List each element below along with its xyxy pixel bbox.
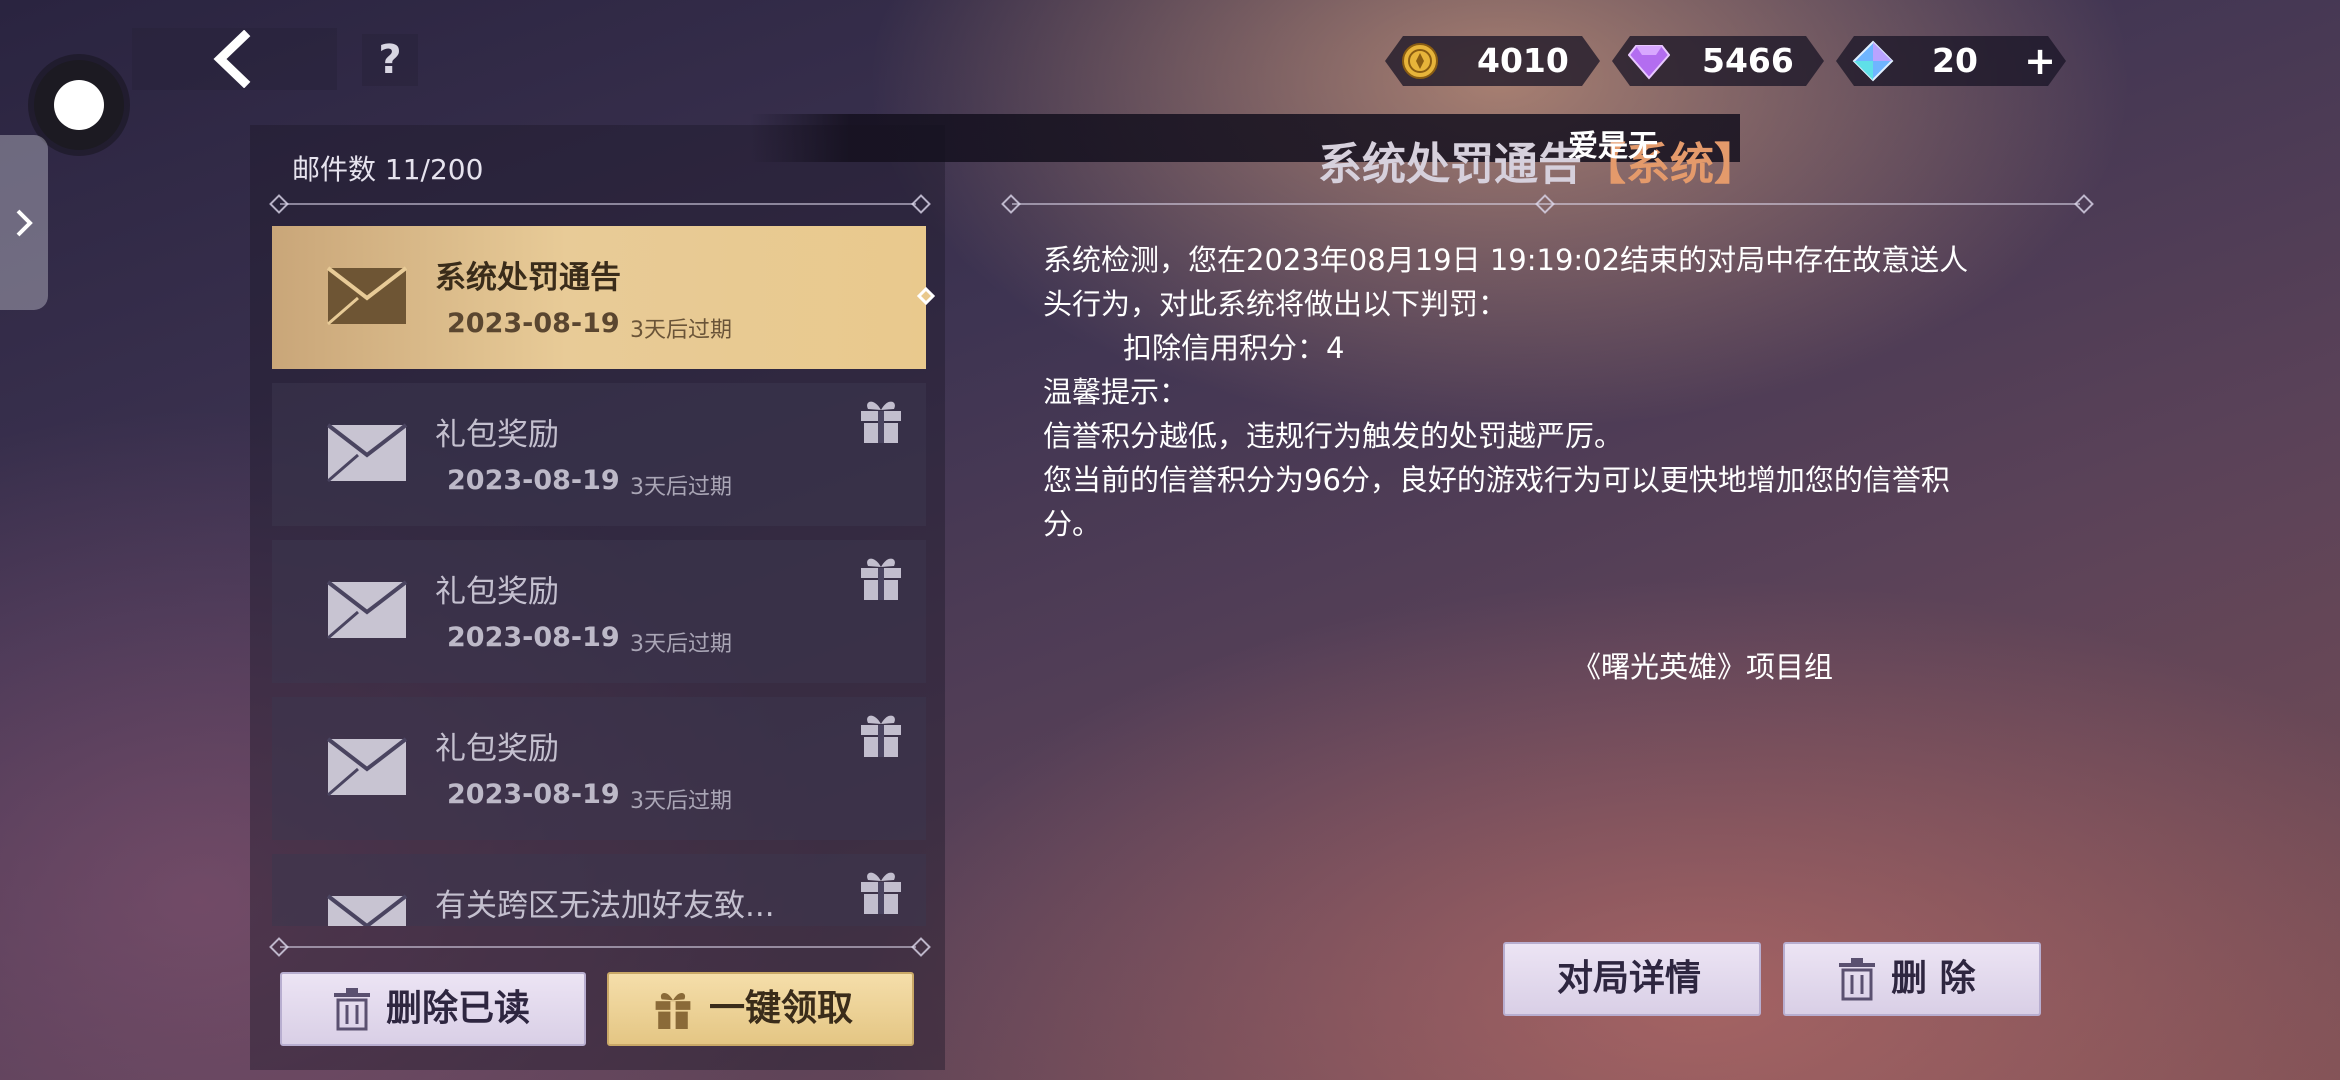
sender-name: 爱是无 bbox=[1568, 129, 1658, 164]
claim-all-label: 一键领取 bbox=[709, 988, 854, 1029]
mail-list-item[interactable]: 礼包奖励 2023-08-19 3天后过期 bbox=[272, 540, 926, 683]
purple-gem-icon bbox=[1628, 42, 1670, 80]
blue-crystal-icon bbox=[1852, 40, 1894, 82]
mail-item-title: 礼包奖励 bbox=[435, 731, 559, 767]
divider-ornament bbox=[1535, 194, 1555, 214]
mail-heading-text: 系统处罚通告 bbox=[1318, 139, 1582, 190]
content-line: 您当前的信誉积分为96分，良好的游戏行为可以更快地增加您的信誉积 bbox=[1043, 463, 1950, 497]
mail-item-expire: 3天后过期 bbox=[630, 632, 732, 657]
content-line: 扣除信用积分：4 bbox=[1123, 331, 1345, 365]
gift-icon bbox=[861, 872, 901, 914]
purple-gem-value: 5466 bbox=[1702, 41, 1794, 80]
divider-ornament bbox=[1001, 194, 1021, 214]
delete-read-button[interactable]: 删除已读 bbox=[280, 972, 586, 1046]
envelope-icon bbox=[326, 894, 408, 926]
side-expand-tab[interactable] bbox=[0, 135, 48, 310]
match-details-button[interactable]: 对局详情 bbox=[1503, 942, 1761, 1016]
selected-indicator-icon bbox=[912, 276, 936, 316]
gift-icon bbox=[655, 992, 691, 1029]
match-details-label: 对局详情 bbox=[1557, 958, 1702, 999]
content-line: 温馨提示： bbox=[1043, 375, 1189, 409]
mail-signature: 《曙光英雄》项目组 bbox=[1572, 650, 1834, 684]
mail-item-date: 2023-08-19 bbox=[447, 622, 620, 653]
mail-item-date: 2023-08-19 bbox=[447, 308, 620, 339]
coin-counter: 4010 bbox=[1385, 36, 1600, 86]
mail-item-expire: 3天后过期 bbox=[630, 318, 732, 343]
chevron-right-icon bbox=[16, 209, 33, 237]
delete-button[interactable]: 删 除 bbox=[1783, 942, 2041, 1016]
envelope-icon bbox=[326, 423, 408, 483]
divider-ornament bbox=[2074, 194, 2094, 214]
mail-content: 系统检测，您在2023年08月19日 19:19:02结束的对局中存在故意送人 … bbox=[1043, 238, 2073, 546]
add-currency-button[interactable]: + bbox=[2020, 36, 2060, 86]
floating-ball-dot bbox=[54, 80, 104, 130]
gift-icon bbox=[861, 715, 901, 757]
mail-item-title: 礼包奖励 bbox=[435, 574, 559, 610]
mail-list-item[interactable]: 礼包奖励 2023-08-19 3天后过期 bbox=[272, 383, 926, 526]
delete-label: 删 除 bbox=[1891, 958, 1976, 999]
floating-assistant-ball[interactable] bbox=[34, 60, 124, 150]
envelope-icon bbox=[326, 580, 408, 640]
mail-list-item[interactable]: 礼包奖励 2023-08-19 3天后过期 bbox=[272, 697, 926, 840]
mail-count: 邮件数 11/200 bbox=[292, 153, 484, 186]
mail-item-title: 有关跨区无法加好友致... bbox=[435, 888, 775, 924]
gift-icon bbox=[861, 401, 901, 443]
delete-read-label: 删除已读 bbox=[386, 988, 531, 1029]
claim-all-button[interactable]: 一键领取 bbox=[607, 972, 914, 1046]
trash-icon bbox=[1839, 958, 1875, 1001]
mail-item-expire: 3天后过期 bbox=[630, 789, 732, 814]
content-line: 信誉积分越低，违规行为触发的处罚越严厉。 bbox=[1043, 419, 1624, 453]
gold-coin-icon bbox=[1401, 42, 1439, 80]
help-button[interactable]: ? bbox=[362, 34, 418, 86]
back-arrow-icon[interactable] bbox=[208, 30, 258, 88]
gift-icon bbox=[861, 558, 901, 600]
coin-value: 4010 bbox=[1477, 41, 1569, 80]
trash-icon bbox=[334, 988, 370, 1031]
mail-list-item[interactable]: 有关跨区无法加好友致... bbox=[272, 854, 926, 926]
purple-gem-counter: 5466 bbox=[1612, 36, 1824, 86]
mail-item-expire: 3天后过期 bbox=[630, 475, 732, 500]
mail-heading: 系统处罚通告【系统】 bbox=[1318, 128, 1758, 192]
mail-item-date: 2023-08-19 bbox=[447, 465, 620, 496]
list-bottom-divider bbox=[280, 946, 916, 948]
envelope-icon bbox=[326, 737, 408, 797]
mail-item-date: 2023-08-19 bbox=[447, 779, 620, 810]
content-line: 头行为，对此系统将做出以下判罚： bbox=[1043, 287, 1508, 321]
list-top-divider bbox=[280, 203, 916, 205]
content-line: 系统检测，您在2023年08月19日 19:19:02结束的对局中存在故意送人 bbox=[1043, 243, 1969, 277]
blue-gem-value: 20 bbox=[1932, 41, 1978, 80]
mail-item-title: 礼包奖励 bbox=[435, 417, 559, 453]
content-line: 分。 bbox=[1043, 507, 1102, 541]
mail-item-title: 系统处罚通告 bbox=[435, 260, 621, 296]
envelope-icon bbox=[326, 266, 408, 326]
mail-list-item[interactable]: 系统处罚通告 2023-08-19 3天后过期 bbox=[272, 226, 926, 369]
